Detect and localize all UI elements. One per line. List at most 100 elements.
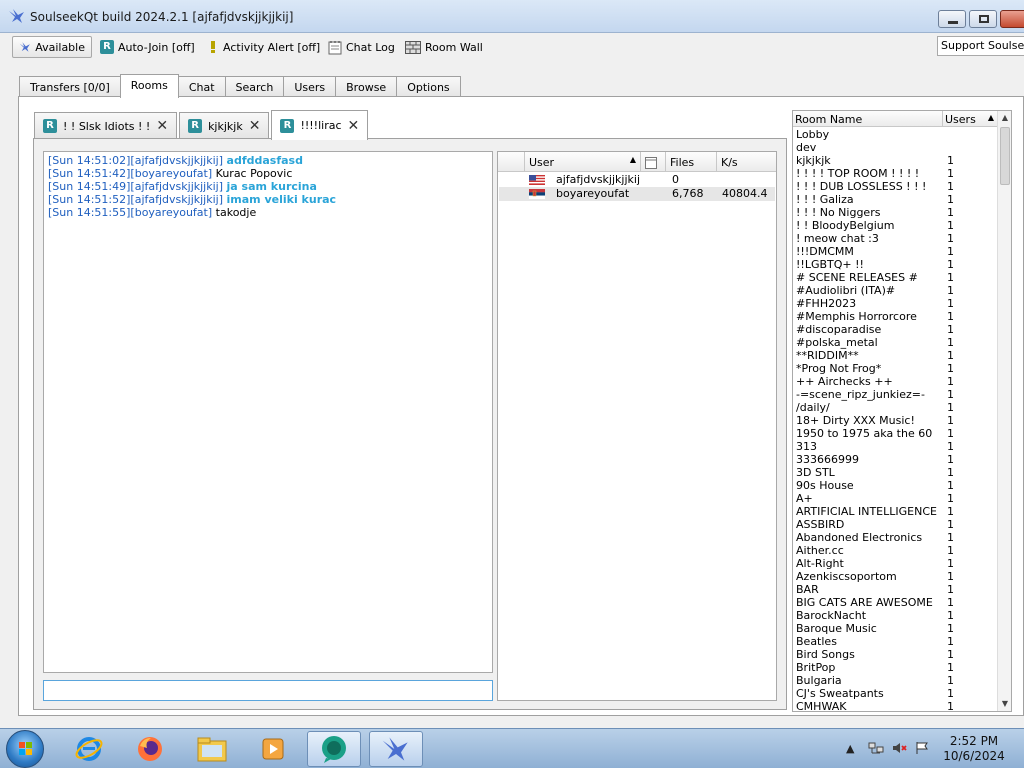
close-tab-icon[interactable]: ✕ (156, 118, 168, 134)
room-list-row[interactable]: CMHWAK 1 (793, 700, 998, 711)
close-tab-icon[interactable]: ✕ (348, 118, 360, 134)
room-list-row[interactable]: *Prog Not Frog* 1 (793, 362, 998, 375)
room-list-row[interactable]: #FHH2023 1 (793, 297, 998, 310)
room-list-row[interactable]: /daily/1 (793, 401, 998, 414)
room-list-row[interactable]: ! ! ! Galiza 1 (793, 193, 998, 206)
message-username[interactable]: [ajfafjdvskjjkjjkij] (130, 193, 223, 206)
scroll-down-arrow-icon[interactable]: ▼ (998, 697, 1011, 711)
room-list-row[interactable]: 18+ Dirty XXX Music! 1 (793, 414, 998, 427)
network-icon[interactable] (868, 742, 884, 754)
maximize-button[interactable] (969, 10, 997, 28)
room-list-row[interactable]: 313 1 (793, 440, 998, 453)
taskbar-media-player[interactable] (246, 731, 300, 767)
message-username[interactable]: [boyareyoufat] (130, 206, 212, 219)
message-username[interactable]: [ajfafjdvskjjkjjkij] (130, 180, 223, 193)
user-row[interactable]: ajfafjdvskjjkjjkij 0 (499, 173, 775, 187)
room-list-row[interactable]: 1950 to 1975 aka the 60 1 (793, 427, 998, 440)
status-column-header[interactable] (641, 152, 666, 172)
room-list-row[interactable]: ! meow chat :3 1 (793, 232, 998, 245)
room-list-row[interactable]: ++ Airchecks ++ 1 (793, 375, 998, 388)
tab-search[interactable]: Search (224, 76, 285, 98)
room-list-row[interactable]: Azenkiscsoportom 1 (793, 570, 998, 583)
room-list-row[interactable]: 90s House 1 (793, 479, 998, 492)
room-list-row[interactable]: Bulgaria 1 (793, 674, 998, 687)
room-list-row[interactable]: Baroque Music 1 (793, 622, 998, 635)
message-username[interactable]: [boyareyoufat] (130, 167, 212, 180)
room-list-row[interactable]: ASSBIRD 1 (793, 518, 998, 531)
speed-column-header[interactable]: K/s (717, 152, 776, 172)
room-wall-button[interactable]: Room Wall (405, 36, 483, 58)
room-list-row[interactable]: BAR 1 (793, 583, 998, 596)
room-list-row[interactable]: Bird Songs 1 (793, 648, 998, 661)
activity-alert-button[interactable]: Activity Alert [off] (207, 36, 320, 58)
room-list-row[interactable]: ! ! ! No Niggers 1 (793, 206, 998, 219)
tab-options[interactable]: Options (396, 76, 461, 98)
room-list-row[interactable]: #Memphis Horrorcore 1 (793, 310, 998, 323)
room-list-row[interactable]: dev (793, 141, 998, 154)
autojoin-button[interactable]: R Auto-Join [off] (100, 36, 195, 58)
room-tab[interactable]: R kjkjkjk ✕ (179, 112, 270, 139)
room-list-scrollbar[interactable]: ▲ ▼ (997, 111, 1011, 711)
tab-chat[interactable]: Chat (177, 76, 226, 98)
room-list-row[interactable]: #polska_metal 1 (793, 336, 998, 349)
room-list-row[interactable]: Beatles 1 (793, 635, 998, 648)
room-list-row[interactable]: **RIDDIM** 1 (793, 349, 998, 362)
scrollbar-thumb[interactable] (1000, 127, 1010, 185)
room-list-row[interactable]: CJ's Sweatpants 1 (793, 687, 998, 700)
room-list-row[interactable]: A+ 1 (793, 492, 998, 505)
close-tab-icon[interactable]: ✕ (249, 118, 261, 134)
room-name-column-header[interactable]: Room Name (793, 111, 943, 127)
room-list-row[interactable]: !!LGBTQ+ !! 1 (793, 258, 998, 271)
room-list-row[interactable]: Alt-Right 1 (793, 557, 998, 570)
scroll-up-arrow-icon[interactable]: ▲ (998, 111, 1011, 125)
room-tab-active[interactable]: R !!!!lirac ✕ (271, 110, 369, 140)
room-list-row[interactable]: Aither.cc 1 (793, 544, 998, 557)
minimize-button[interactable] (938, 10, 966, 28)
room-tab[interactable]: R ! ! Slsk Idiots ! ! ✕ (34, 112, 178, 139)
tab-rooms[interactable]: Rooms (119, 74, 179, 98)
room-list-row[interactable]: !!!DMCMM 1 (793, 245, 998, 258)
taskbar-file-explorer[interactable] (185, 731, 239, 767)
room-list-row[interactable]: #Audiolibri (ITA)# 1 (793, 284, 998, 297)
show-hidden-icons-icon[interactable]: ▲ (846, 742, 860, 755)
support-soulseek-button[interactable]: Support Soulseek (937, 36, 1024, 56)
volume-muted-icon[interactable] (892, 742, 908, 754)
room-list-row[interactable]: ! ! BloodyBelgium 1 (793, 219, 998, 232)
room-list-row[interactable]: ! ! ! ! TOP ROOM ! ! ! ! 1 (793, 167, 998, 180)
room-list-row[interactable]: 3D STL 1 (793, 466, 998, 479)
user-column-header[interactable]: User ▲ (525, 152, 641, 172)
taskbar-soulseek[interactable] (369, 731, 423, 767)
room-list-row[interactable]: BIG CATS ARE AWESOME 1 (793, 596, 998, 609)
room-list-row[interactable]: ! ! ! DUB LOSSLESS ! ! ! 1 (793, 180, 998, 193)
tab-browse[interactable]: Browse (335, 76, 398, 98)
taskbar-internet-explorer[interactable] (62, 731, 116, 767)
start-button[interactable] (6, 730, 44, 768)
action-center-flag-icon[interactable] (915, 742, 929, 754)
chat-input[interactable] (43, 680, 493, 701)
chat-log[interactable]: [Sun 14:51:02][ajfafjdvskjjkjjkij] adfdd… (43, 151, 493, 673)
room-list-row[interactable]: BarockNacht 1 (793, 609, 998, 622)
system-clock[interactable]: 2:52 PM 10/6/2024 (938, 734, 1010, 764)
tab-transfers[interactable]: Transfers [0/0] (19, 76, 121, 98)
taskbar-firefox[interactable] (123, 731, 177, 767)
room-users-column-header[interactable]: Users ▲ (943, 111, 998, 127)
tab-users[interactable]: Users (283, 76, 337, 98)
message-username[interactable]: [ajfafjdvskjjkjjkij] (130, 154, 223, 167)
room-list-row[interactable]: Lobby (793, 128, 998, 141)
room-list-row[interactable]: Abandoned Electronics 1 (793, 531, 998, 544)
available-button[interactable]: Available (12, 36, 92, 58)
room-user-count: 1 (947, 635, 954, 648)
taskbar-app-green[interactable] (307, 731, 361, 767)
room-list-row[interactable]: # SCENE RELEASES # 1 (793, 271, 998, 284)
room-list-row[interactable]: -=scene_ripz_junkiez=- 1 (793, 388, 998, 401)
files-column-header[interactable]: Files (666, 152, 717, 172)
room-list-row[interactable]: BritPop 1 (793, 661, 998, 674)
chat-log-button[interactable]: Chat Log (328, 36, 395, 58)
room-list-row[interactable]: ARTIFICIAL INTELLIGENCE 1 (793, 505, 998, 518)
flag-column-header[interactable] (498, 152, 525, 172)
user-row[interactable]: boyareyoufat 6,768 40804.4 (499, 187, 775, 201)
room-list-row[interactable]: #discoparadise 1 (793, 323, 998, 336)
room-list-row[interactable]: 333666999 1 (793, 453, 998, 466)
room-list-row[interactable]: kjkjkjk 1 (793, 154, 998, 167)
close-button[interactable] (1000, 10, 1024, 28)
